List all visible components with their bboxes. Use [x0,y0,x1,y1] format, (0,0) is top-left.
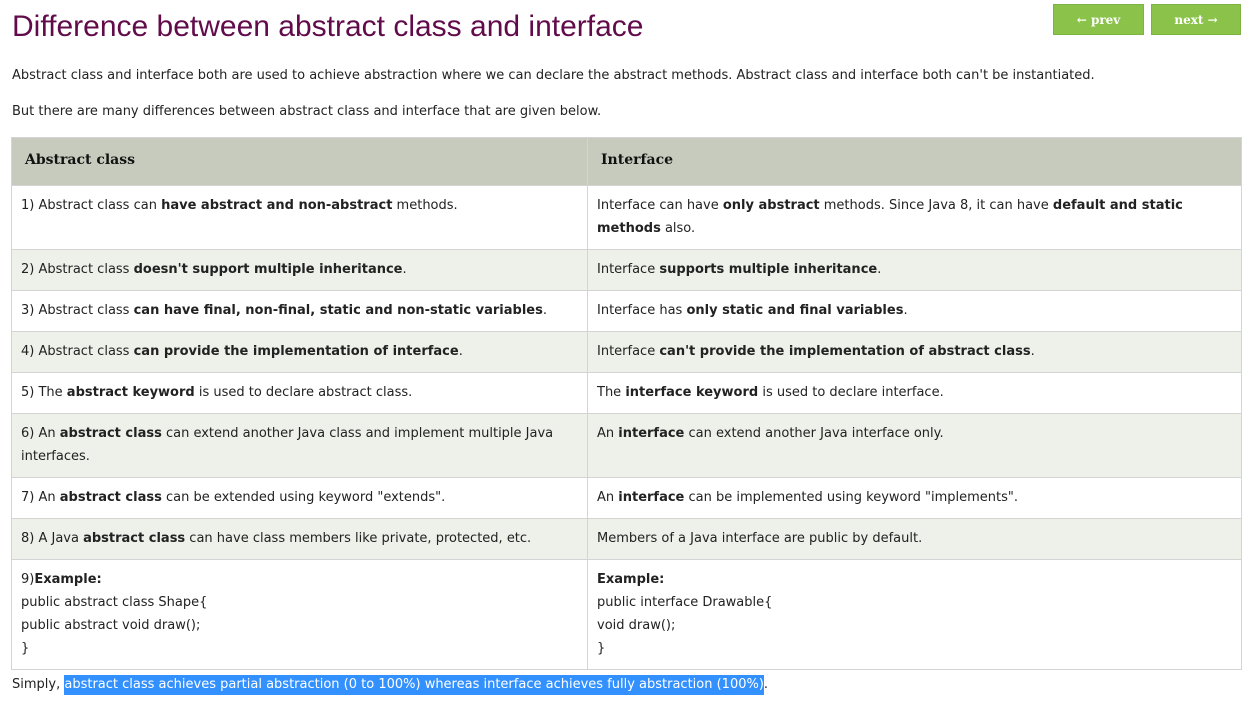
abstract-class-cell: 7) An abstract class can be extended usi… [11,477,588,519]
prev-button[interactable]: ← prev [1053,4,1144,35]
text: Interface can have [597,198,723,213]
bold-text: only static and final variables [686,303,904,318]
bold-text: abstract class [59,426,162,441]
bold-text: only abstract [722,198,820,213]
bold-text: interface keyword [625,385,759,400]
text: also. [660,221,696,236]
code-line: public abstract void draw(); [21,618,201,633]
text: Interface [597,344,660,359]
text: The [597,385,626,400]
text: can extend another Java interface only. [684,426,944,441]
text: Interface [597,262,660,277]
text: Interface has [597,303,687,318]
interface-cell: The interface keyword is used to declare… [587,372,1242,414]
code-line: public abstract class Shape{ [21,595,208,610]
abstract-class-cell: 3) Abstract class can have final, non-fi… [11,290,588,332]
bold-text: can provide the implementation of interf… [133,344,459,359]
example-heading: Example: [597,572,665,587]
text: 6) An [21,426,60,441]
table-row: 5) The abstract keyword is used to decla… [11,372,1242,414]
interface-cell: Interface can have only abstract methods… [587,185,1242,250]
header-interface: Interface [587,137,1242,186]
next-button[interactable]: next → [1151,4,1241,35]
text: is used to declare abstract class. [194,385,413,400]
text: An [597,490,619,505]
text: An [597,426,619,441]
bold-text: doesn't support multiple inheritance [133,262,403,277]
text: 8) A Java [21,531,84,546]
text: Members of a Java interface are public b… [597,531,923,546]
text: is used to declare interface. [758,385,944,400]
selected-text[interactable]: abstract class achieves partial abstract… [64,675,764,695]
bold-text: abstract keyword [66,385,195,400]
bold-text: can't provide the implementation of abst… [659,344,1031,359]
text: . [877,262,882,277]
text: can be implemented using keyword "implem… [684,490,1018,505]
page-title: Difference between abstract class and in… [12,10,644,43]
table-row: 1) Abstract class can have abstract and … [11,185,1242,250]
text: methods. [392,198,458,213]
text: 3) Abstract class [21,303,134,318]
bold-text: have abstract and non-abstract [161,198,393,213]
example-number: 9) [21,572,35,587]
text: 1) Abstract class can [21,198,162,213]
intro-paragraph-2: But there are many differences between a… [12,104,602,119]
table-row: 8) A Java abstract class can have class … [11,518,1242,560]
interface-cell: Members of a Java interface are public b… [587,518,1242,560]
bold-text: supports multiple inheritance [659,262,878,277]
text: . [903,303,908,318]
intro-paragraph-1: Abstract class and interface both are us… [12,68,1095,83]
interface-cell: An interface can be implemented using ke… [587,477,1242,519]
abstract-class-cell: 6) An abstract class can extend another … [11,413,588,478]
code-line: } [597,641,606,656]
interface-example-cell: Example: public interface Drawable{ void… [587,559,1242,670]
abstract-class-cell: 2) Abstract class doesn't support multip… [11,249,588,291]
abstract-class-cell: 5) The abstract keyword is used to decla… [11,372,588,414]
table-row: 2) Abstract class doesn't support multip… [11,249,1242,291]
interface-cell: Interface can't provide the implementati… [587,331,1242,373]
example-heading: Example: [34,572,102,587]
text: 4) Abstract class [21,344,134,359]
summary-suffix: . [763,677,769,692]
interface-cell: An interface can extend another Java int… [587,413,1242,478]
summary-prefix: Simply, [12,677,65,692]
text: can be extended using keyword "extends". [161,490,446,505]
bold-text: can have final, non-final, static and no… [133,303,543,318]
table-row: 4) Abstract class can provide the implem… [11,331,1242,373]
text: 5) The [21,385,67,400]
table-row-example: 9)Example: public abstract class Shape{ … [11,559,1242,670]
text: methods. Since Java 8, it can have [819,198,1053,213]
comparison-table: Abstract class Interface 1) Abstract cla… [11,137,1242,670]
code-line: void draw(); [597,618,676,633]
text: 7) An [21,490,60,505]
text: . [1030,344,1035,359]
abstract-class-example-cell: 9)Example: public abstract class Shape{ … [11,559,588,670]
summary-paragraph: Simply, abstract class achieves partial … [12,675,768,695]
bold-text: abstract class [83,531,186,546]
header-abstract-class: Abstract class [11,137,588,186]
bold-text: interface [618,490,685,505]
bold-text: interface [618,426,685,441]
text: . [458,344,463,359]
interface-cell: Interface supports multiple inheritance. [587,249,1242,291]
text: . [402,262,407,277]
table-row: 6) An abstract class can extend another … [11,413,1242,478]
table-row: 3) Abstract class can have final, non-fi… [11,290,1242,332]
table-header-row: Abstract class Interface [11,137,1242,186]
code-line: } [21,641,30,656]
text: can have class members like private, pro… [185,531,532,546]
bold-text: abstract class [59,490,162,505]
text: . [542,303,547,318]
abstract-class-cell: 1) Abstract class can have abstract and … [11,185,588,250]
code-line: public interface Drawable{ [597,595,773,610]
abstract-class-cell: 4) Abstract class can provide the implem… [11,331,588,373]
interface-cell: Interface has only static and final vari… [587,290,1242,332]
abstract-class-cell: 8) A Java abstract class can have class … [11,518,588,560]
text: 2) Abstract class [21,262,134,277]
table-row: 7) An abstract class can be extended usi… [11,477,1242,519]
